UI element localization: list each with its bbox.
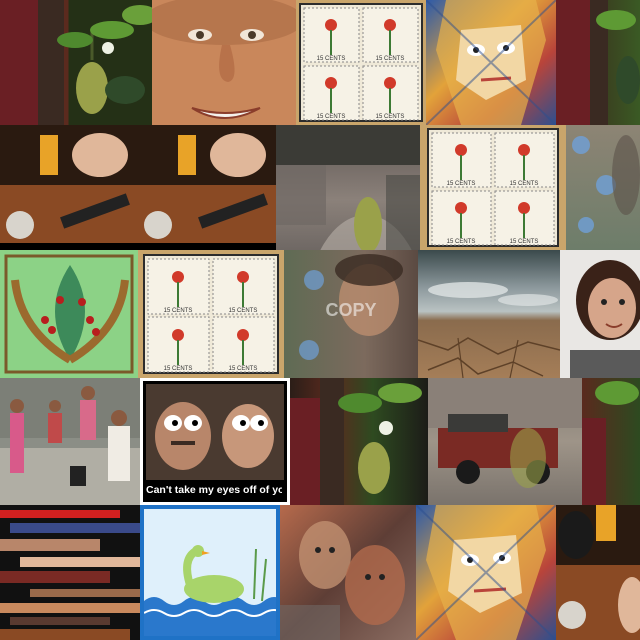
stamp-value-label: 15 CENTS: [510, 181, 539, 187]
tree-with-jackfruit-photo: [0, 0, 152, 125]
stamp-value-label: 15 CENTS: [317, 56, 346, 62]
leaf-pattern-graphic: [4, 254, 134, 374]
cubist-portrait-graphic: [416, 505, 556, 640]
stamp-value-label: 15 CENTS: [376, 114, 405, 120]
cracked-desert-landscape-photo: [418, 250, 560, 378]
watermark-text: COPY: [325, 300, 376, 320]
stamp-value-label: 15 CENTS: [376, 56, 405, 62]
tree-with-jackfruit-photo: [556, 0, 640, 125]
tree-scene-graphic: [556, 0, 640, 125]
glitch-image: [0, 505, 140, 640]
meme-caption: Can't take my eyes off of you ..: [146, 481, 282, 499]
tree-with-jackfruit-photo: [582, 378, 640, 505]
tree-scene-graphic: [582, 381, 639, 505]
woman-portrait-photo: [560, 250, 640, 378]
stamp-value-label: 15 CENTS: [164, 308, 193, 314]
person-soldering-photo: [556, 505, 640, 640]
stamp-value-label: 15 CENTS: [447, 181, 476, 187]
glitch-stripes-graphic: [0, 510, 140, 640]
stamp-value-label: 15 CENTS: [229, 308, 258, 314]
tree-with-jackfruit-photo: [290, 378, 428, 505]
tree-scene-graphic: [0, 0, 152, 125]
blended-flowers-graphic: [572, 135, 640, 233]
tree-scene-graphic: [290, 378, 422, 505]
swan-drawing-graphic: [143, 509, 280, 636]
stamp-value-label: 15 CENTS: [447, 239, 476, 245]
flower-stamp-sheet: 15 CENTS 15 CENTS 15 CENTS 15 CENTS: [420, 125, 566, 250]
blended-street-photo: [276, 125, 420, 250]
leaf-pattern-illustration: [0, 250, 138, 378]
stamp-value-label: 15 CENTS: [317, 114, 346, 120]
desert-landscape-graphic: [418, 282, 560, 378]
blended-face-photo: COPY: [284, 250, 418, 378]
face-graphic: [152, 0, 296, 125]
woman-portrait-graphic: [570, 260, 640, 378]
blended-faces-photo: [280, 505, 416, 640]
blended-face-graphic: COPY: [299, 254, 403, 360]
blended-flowers-photo: [566, 125, 640, 250]
smiling-man-face-photo: [152, 0, 296, 125]
cubist-portrait-painting: [416, 505, 556, 640]
street-women-graphic: [0, 378, 140, 486]
soldering-scene-graphic: [556, 505, 640, 640]
person-soldering-photo: [0, 125, 276, 250]
cubist-portrait-graphic: [426, 0, 556, 125]
funny-eyes-meme: Can't take my eyes off of you ..: [140, 378, 290, 505]
jeep-graphic: [428, 378, 582, 488]
stamp-value-label: 15 CENTS: [510, 239, 539, 245]
soldering-scene-graphic: [0, 125, 276, 250]
stamp-value-label: 15 CENTS: [164, 366, 193, 372]
stamp-sheet-graphic: 15 CENTS 15 CENTS 15 CENTS 15 CENTS: [427, 128, 559, 247]
jeep-blended-photo: [428, 378, 582, 505]
blended-faces-graphic: [280, 521, 405, 640]
blended-street-graphic: [276, 125, 420, 250]
stamp-value-label: 15 CENTS: [229, 366, 258, 372]
cubist-portrait-painting: [426, 0, 556, 125]
swan-on-water-drawing: [140, 505, 280, 640]
stamp-sheet-graphic: 15 CENTS 15 CENTS 15 CENTS 15 CENTS: [143, 254, 279, 374]
women-on-street-photo: [0, 378, 140, 505]
flower-stamp-sheet: 15 CENTS 15 CENTS 15 CENTS 15 CENTS: [296, 0, 426, 125]
flower-stamp-sheet: 15 CENTS 15 CENTS 15 CENTS 15 CENTS: [138, 250, 284, 378]
stamp-sheet-graphic: 15 CENTS 15 CENTS 15 CENTS 15 CENTS: [299, 3, 423, 122]
